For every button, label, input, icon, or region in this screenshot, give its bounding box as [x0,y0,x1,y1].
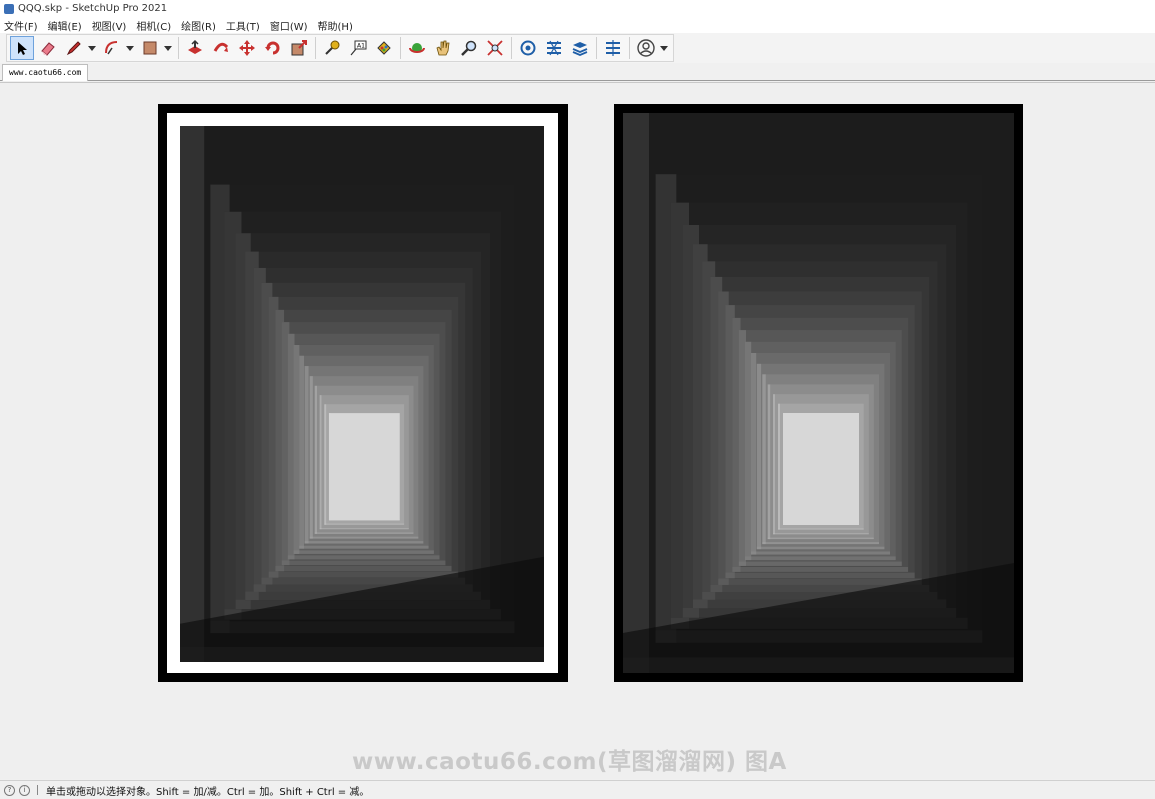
title-bar: QQQ.skp - SketchUp Pro 2021 [0,0,1155,17]
account-button[interactable] [634,36,658,60]
pan-tool-button[interactable] [431,36,455,60]
text-tool-button[interactable]: A1 [346,36,370,60]
watermark-text: www.caotu66.com(草图溜溜网) 图A [352,749,787,775]
toolbar-separator [178,37,179,59]
orbit-icon [409,43,425,53]
follow-me-icon [213,42,229,52]
zoom-extents-tool-button[interactable] [483,36,507,60]
select-icon [18,42,27,55]
3d-warehouse-button[interactable] [516,36,540,60]
model-viewport[interactable] [0,82,1155,779]
corridor-artwork [623,113,1014,673]
components-button[interactable] [601,36,625,60]
toolbar-separator [400,37,401,59]
toolbar-group: A1 [6,34,674,62]
extension-icon [547,40,561,56]
scale-icon [291,40,307,56]
push-pull-tool-button[interactable] [183,36,207,60]
paint-bucket-icon [377,41,391,55]
components-icon [606,40,620,56]
pencil-dropdown-icon[interactable] [88,45,96,51]
warehouse-icon [520,40,536,56]
layers-icon [572,42,588,56]
arc-dropdown-icon[interactable] [126,45,134,51]
follow-me-tool-button[interactable] [209,36,233,60]
menu-camera[interactable]: 相机(C) [136,18,171,33]
arc-icon [105,41,118,55]
menu-view[interactable]: 视图(V) [92,18,127,33]
tape-measure-tool-button[interactable] [320,36,344,60]
window-title: QQQ.skp - SketchUp Pro 2021 [18,3,168,14]
scale-tool-button[interactable] [287,36,311,60]
menu-help[interactable]: 帮助(H) [318,18,353,33]
tape-measure-icon [325,40,340,55]
eraser-icon [41,42,55,56]
account-icon [637,39,655,57]
toolbar-separator [629,37,630,59]
layers-button[interactable] [568,36,592,60]
corridor-artwork-left [180,126,544,662]
scene-tab[interactable]: www.caotu66.com [2,64,89,81]
menu-file[interactable]: 文件(F) [4,18,38,33]
text-icon: A1 [350,40,367,56]
menu-tools[interactable]: 工具(T) [226,18,260,33]
picture-frame-right[interactable] [614,104,1023,682]
select-tool-button[interactable] [10,36,34,60]
status-divider [37,785,38,795]
rotate-icon [265,41,280,55]
zoom-icon [461,40,477,56]
pencil-tool-button[interactable] [62,36,86,60]
rotate-tool-button[interactable] [261,36,285,60]
info-icon[interactable]: i [19,784,30,796]
shape-tool-button[interactable] [138,36,162,60]
geo-location-icon[interactable]: ? [4,784,15,796]
menu-edit[interactable]: 编辑(E) [48,18,82,33]
rectangle-icon [143,41,157,55]
scene-tab-bar: www.caotu66.com [0,63,1155,81]
extension-warehouse-button[interactable] [542,36,566,60]
push-pull-icon [188,39,202,54]
corridor-artwork-right [623,113,1014,673]
toolbar-separator [596,37,597,59]
arc-tool-button[interactable] [100,36,124,60]
corridor-artwork [180,126,544,662]
menu-draw[interactable]: 绘图(R) [181,18,216,33]
menu-bar: 文件(F) 编辑(E) 视图(V) 相机(C) 绘图(R) 工具(T) 窗口(W… [0,17,1155,33]
eraser-tool-button[interactable] [36,36,60,60]
shape-dropdown-icon[interactable] [164,45,172,51]
status-bar: ? i 单击或拖动以选择对象。Shift = 加/减。Ctrl = 加。Shif… [0,780,1155,799]
sketchup-logo-icon [4,3,14,14]
zoom-tool-button[interactable] [457,36,481,60]
zoom-extents-icon [487,40,503,56]
toolbar-separator [315,37,316,59]
svg-text:A1: A1 [357,43,365,50]
status-message: 单击或拖动以选择对象。Shift = 加/减。Ctrl = 加。Shift + … [46,786,370,798]
toolbar-separator [511,37,512,59]
picture-frame-left[interactable] [158,104,568,682]
paint-bucket-tool-button[interactable] [372,36,396,60]
orbit-tool-button[interactable] [405,36,429,60]
pan-icon [436,40,450,56]
menu-window[interactable]: 窗口(W) [270,18,308,33]
account-dropdown-icon[interactable] [660,45,668,51]
move-icon [239,40,255,56]
pencil-icon [66,41,81,56]
main-toolbar: A1 [0,33,1155,63]
move-tool-button[interactable] [235,36,259,60]
